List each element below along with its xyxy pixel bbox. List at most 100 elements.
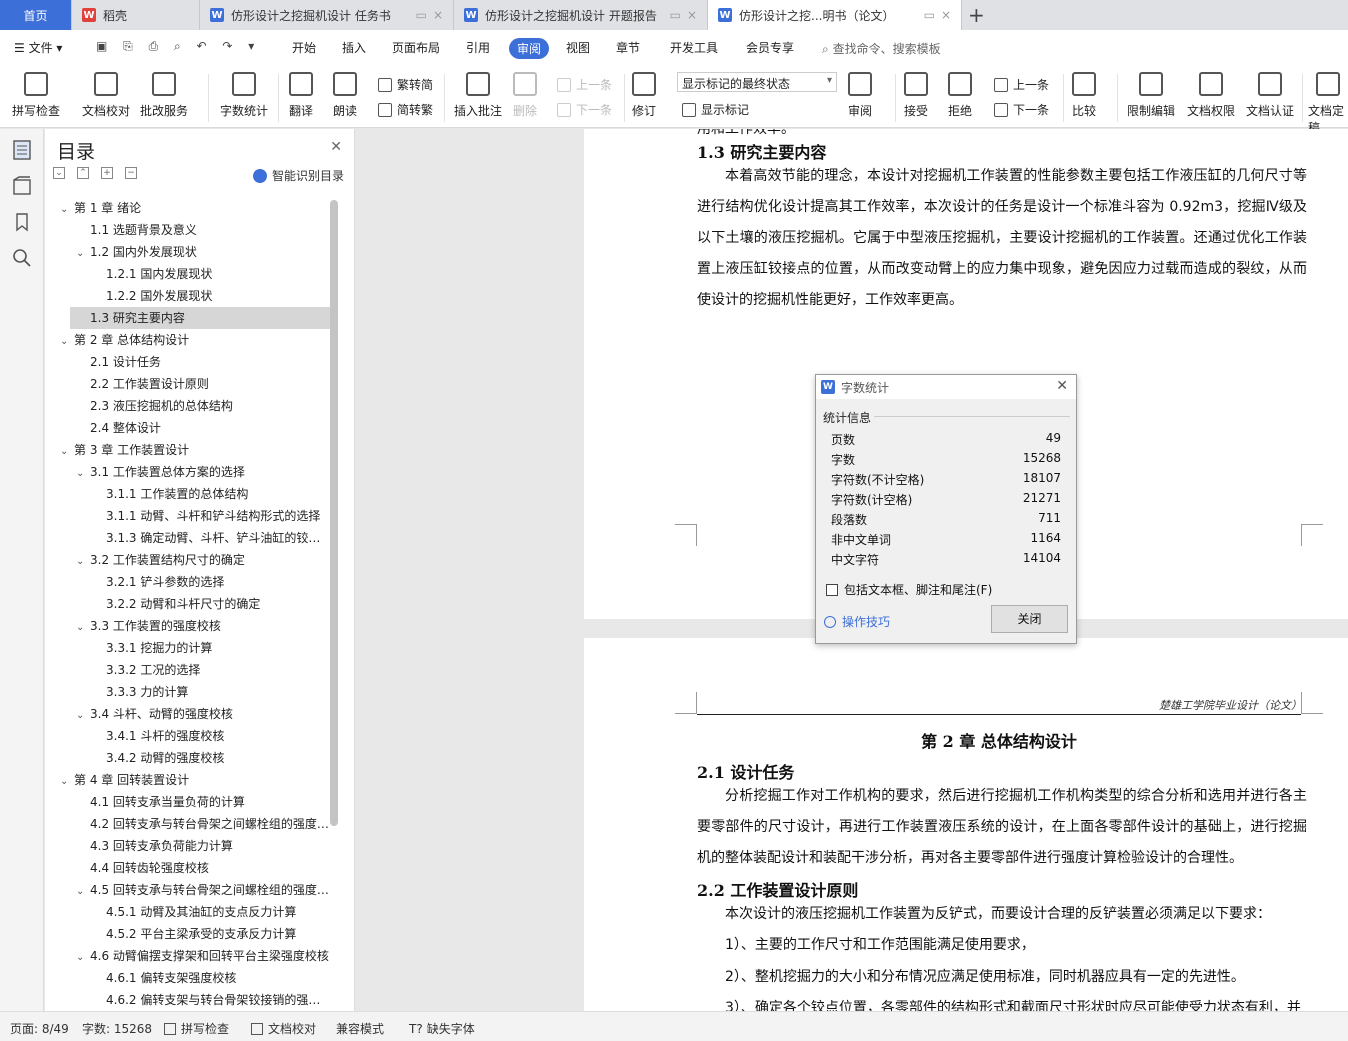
menu-reference[interactable]: 引用 <box>466 39 490 56</box>
add-heading-icon[interactable]: + <box>101 167 113 179</box>
chevron-down-icon[interactable]: ⌄ <box>76 551 90 571</box>
search-icon[interactable] <box>11 247 33 269</box>
trad-to-simp-button[interactable]: 繁转简 <box>378 76 433 93</box>
chapter-nav-icon[interactable] <box>11 175 33 197</box>
chevron-down-icon[interactable]: ⌄ <box>76 881 90 901</box>
spell-check-button[interactable]: 拼写检查 <box>12 72 60 119</box>
dialog-titlebar[interactable]: W 字数统计 <box>816 375 1076 399</box>
chevron-down-icon[interactable]: ⌄ <box>60 199 74 219</box>
page-indicator[interactable]: 页面: 8/49 <box>10 1020 69 1037</box>
chevron-down-icon[interactable]: ⌄ <box>76 463 90 483</box>
word-count-indicator[interactable]: 字数: 15268 <box>82 1020 152 1037</box>
read-aloud-button[interactable]: 朗读 <box>333 72 357 119</box>
show-markup-button[interactable]: 显示标记 <box>682 101 749 118</box>
tab-close-icon[interactable]: × <box>687 8 697 22</box>
word-count-button[interactable]: 字数统计 <box>220 72 268 119</box>
toc-item[interactable]: ⌄ 1.2 国内外发展现状 <box>45 241 331 263</box>
toc-item[interactable]: 4.6.2 偏转支架与转台骨架铰接销的强度校核 <box>45 989 331 1009</box>
toc-item[interactable]: 3.4.1 斗杆的强度校核 <box>45 725 331 747</box>
compat-mode[interactable]: 兼容模式 <box>336 1020 384 1037</box>
reject-button[interactable]: 拒绝 <box>948 72 972 119</box>
toc-scrollbar[interactable] <box>330 200 338 826</box>
tab-proposal[interactable]: W 仿形设计之挖掘机设计 开题报告 ▭ × <box>454 0 708 30</box>
insert-comment-button[interactable]: 插入批注 <box>454 72 502 119</box>
toc-item[interactable]: ⌄ 4.6 动臂偏摆支撑架和回转平台主梁强度校核 <box>45 945 331 967</box>
quick-access-icons[interactable]: ▣ ⎘ ⎙ ⌕ ↶ ↷ ▾ <box>96 39 260 54</box>
tab-close-icon[interactable]: × <box>433 8 443 22</box>
prev-change-button[interactable]: 上一条 <box>994 76 1049 93</box>
tab-thesis[interactable]: W 仿形设计之挖...明书（论文） ▭ × <box>708 0 962 30</box>
annot-service-button[interactable]: 批改服务 <box>140 72 188 119</box>
toc-item[interactable]: 3.1.1 动臂、斗杆和铲斗结构形式的选择 <box>45 505 331 527</box>
toc-icon[interactable] <box>11 139 33 161</box>
toc-item[interactable]: 2.2 工作装置设计原则 <box>45 373 331 395</box>
toc-item[interactable]: ⌄ 4.5 回转支承与转台骨架之间螺栓组的强度校核 <box>45 879 331 901</box>
chevron-down-icon[interactable]: ⌄ <box>76 243 90 263</box>
expand-all-icon[interactable]: ⌃ <box>77 167 89 179</box>
include-textbox-checkbox[interactable]: 包括文本框、脚注和尾注(F) <box>826 581 992 598</box>
toc-item[interactable]: ⌄ 3.2 工作装置结构尺寸的确定 <box>45 549 331 571</box>
compare-button[interactable]: 比较 <box>1072 72 1096 119</box>
tab-float-icon[interactable]: ▭ <box>416 8 427 22</box>
close-icon[interactable]: ✕ <box>1056 378 1068 394</box>
prev-comment-button[interactable]: 上一条 <box>557 76 612 93</box>
restrict-edit-button[interactable]: 限制编辑 <box>1127 72 1175 119</box>
toc-item[interactable]: 3.4.2 动臂的强度校核 <box>45 747 331 769</box>
menu-insert[interactable]: 插入 <box>342 39 366 56</box>
chevron-down-icon[interactable]: ⌄ <box>60 771 74 791</box>
delete-comment-button[interactable]: 删除 <box>513 72 537 119</box>
toc-item[interactable]: 1.2.1 国内发展现状 <box>45 263 331 285</box>
toc-item[interactable]: 1.3 研究主要内容 <box>70 307 330 329</box>
toc-item[interactable]: 3.2.1 铲斗参数的选择 <box>45 571 331 593</box>
toc-item[interactable]: 4.2 回转支承与转台骨架之间螺栓组的强度计算 <box>45 813 331 835</box>
collapse-all-icon[interactable]: ⌄ <box>53 167 65 179</box>
tab-docer[interactable]: W 稻壳 <box>72 0 200 30</box>
toc-item[interactable]: 2.4 整体设计 <box>45 417 331 439</box>
new-tab-icon[interactable]: + <box>968 3 985 27</box>
toc-item[interactable]: ⌄ 第 4 章 回转装置设计 <box>45 769 331 791</box>
status-spell-check[interactable]: 拼写检查 <box>164 1020 229 1037</box>
menu-chapter[interactable]: 章节 <box>616 39 640 56</box>
toc-item[interactable]: ⌄ 第 1 章 绪论 <box>45 197 331 219</box>
toc-item[interactable]: 3.1.3 确定动臂、斗杆、铲斗油缸的铰点位置 <box>45 527 331 549</box>
toc-item[interactable]: 2.1 设计任务 <box>45 351 331 373</box>
chevron-down-icon[interactable]: ⌄ <box>76 617 90 637</box>
close-icon[interactable]: ✕ <box>330 139 342 155</box>
toc-item[interactable]: 3.3.1 挖掘力的计算 <box>45 637 331 659</box>
tab-home[interactable]: 首页 <box>0 0 72 30</box>
toc-item[interactable]: ⌄ 3.1 工作装置总体方案的选择 <box>45 461 331 483</box>
remove-heading-icon[interactable]: − <box>125 167 137 179</box>
toc-item[interactable]: 3.3.2 工况的选择 <box>45 659 331 681</box>
toc-item[interactable]: 3.1.1 工作装置的总体结构 <box>45 483 331 505</box>
toc-item[interactable]: 4.1 回转支承当量负荷的计算 <box>45 791 331 813</box>
doc-permission-button[interactable]: 文档权限 <box>1187 72 1235 119</box>
chevron-down-icon[interactable]: ⌄ <box>76 947 90 967</box>
menu-devtools[interactable]: 开发工具 <box>670 39 718 56</box>
toc-item[interactable]: 4.6.1 偏转支架强度校核 <box>45 967 331 989</box>
command-search[interactable]: ⌕ 查找命令、搜索模板 <box>822 40 941 57</box>
toc-item[interactable]: ⌄ 第 3 章 工作装置设计 <box>45 439 331 461</box>
next-comment-button[interactable]: 下一条 <box>557 101 612 118</box>
toc-item[interactable]: 2.3 液压挖掘机的总体结构 <box>45 395 331 417</box>
simp-to-trad-button[interactable]: 简转繁 <box>378 101 433 118</box>
toc-item[interactable]: 4.4 回转齿轮强度校核 <box>45 857 331 879</box>
toc-item[interactable]: 1.2.2 国外发展现状 <box>45 285 331 307</box>
menu-layout[interactable]: 页面布局 <box>392 39 440 56</box>
file-menu[interactable]: ☰ 文件 ▾ <box>14 39 62 56</box>
menu-review[interactable]: 审阅 <box>509 38 550 59</box>
menu-start[interactable]: 开始 <box>292 39 316 56</box>
doc-proof-button[interactable]: 文档校对 <box>82 72 130 119</box>
menu-view[interactable]: 视图 <box>566 39 590 56</box>
bookmark-icon[interactable] <box>11 211 33 233</box>
toc-item[interactable]: ⌄ 3.4 斗杆、动臂的强度校核 <box>45 703 331 725</box>
toc-item[interactable]: 1.1 选题背景及意义 <box>45 219 331 241</box>
toc-item[interactable]: ⌄ 3.3 工作装置的强度校核 <box>45 615 331 637</box>
review-pane-button[interactable]: 审阅 <box>848 72 872 119</box>
checkbox-box[interactable] <box>826 583 838 596</box>
toc-item[interactable]: 4.5.1 动臂及其油缸的支点反力计算 <box>45 901 331 923</box>
tips-link[interactable]: 操作技巧 <box>824 613 890 630</box>
chevron-down-icon[interactable]: ⌄ <box>60 441 74 461</box>
toc-item[interactable]: 3.2.2 动臂和斗杆尺寸的确定 <box>45 593 331 615</box>
toc-item[interactable]: 4.5.2 平台主梁承受的支承反力计算 <box>45 923 331 945</box>
chevron-down-icon[interactable]: ⌄ <box>60 331 74 351</box>
